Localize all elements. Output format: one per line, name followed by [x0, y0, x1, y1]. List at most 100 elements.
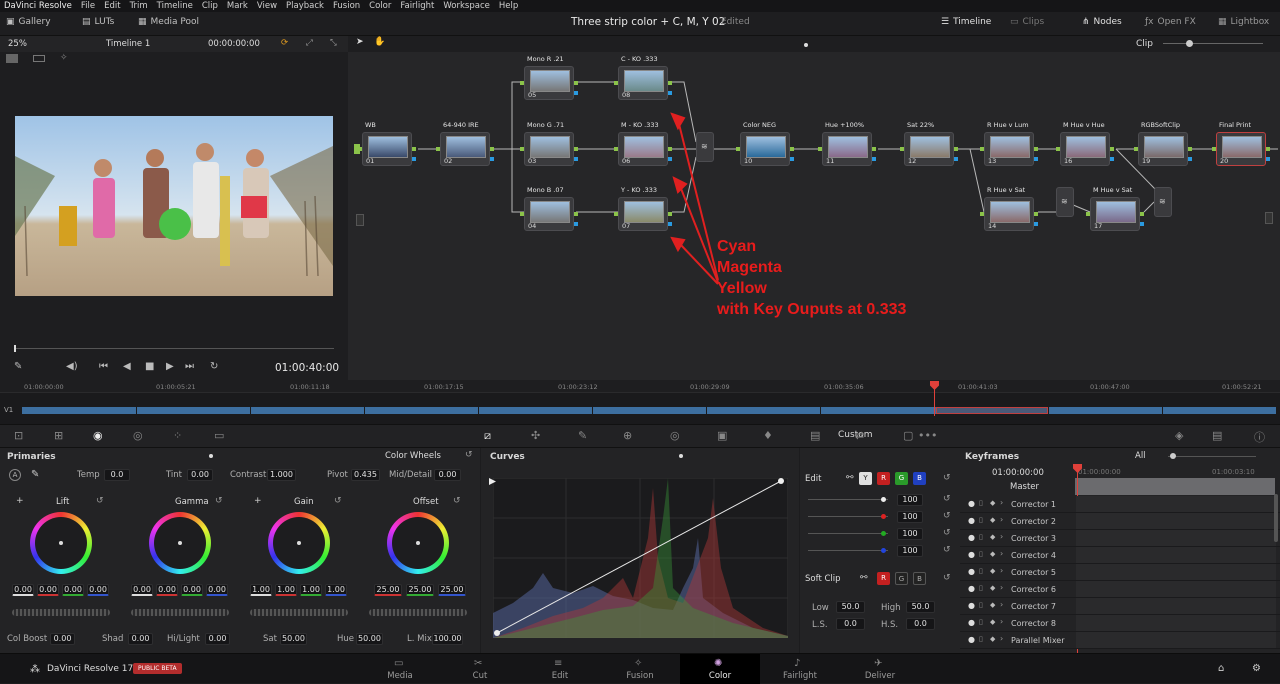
window-icon[interactable]: ⊕ — [623, 429, 632, 442]
node-key-output-14[interactable] — [1034, 222, 1038, 226]
luts-button[interactable]: ▤ LUTs — [82, 17, 114, 27]
link-icon-2[interactable]: ⚯ — [860, 573, 868, 583]
keyframe-row[interactable]: ● ▯ ◆ › Corrector 2 — [960, 513, 1280, 530]
menu-item-mark[interactable]: Mark — [227, 1, 248, 11]
menu-item-view[interactable]: View — [257, 1, 277, 11]
channel-y[interactable]: Y — [859, 472, 872, 485]
node-11[interactable]: 11 — [822, 132, 872, 166]
motion-effects-icon[interactable]: ▭ — [214, 429, 224, 442]
visibility-icon[interactable]: ● — [968, 618, 975, 627]
timeline-ruler[interactable]: 01:00:00:00 01:00:05:21 01:00:11:18 01:00:1… — [0, 380, 1280, 393]
menu-item-edit[interactable]: Edit — [104, 1, 120, 11]
keyframe-track[interactable] — [1076, 598, 1276, 614]
node-key-output-20[interactable] — [1266, 157, 1270, 161]
color-wheel-gamma[interactable] — [149, 512, 211, 574]
wheel-reset-icon[interactable]: ↺ — [96, 496, 104, 506]
keyframe-zoom-knob[interactable] — [1170, 453, 1176, 459]
node-input-01[interactable] — [358, 147, 362, 151]
visibility-icon[interactable]: ● — [968, 635, 975, 644]
source-input-2[interactable] — [356, 214, 364, 226]
keyframe-track[interactable] — [1076, 564, 1276, 580]
pivot-field[interactable]: 0.435 — [351, 469, 380, 481]
keyframe-zoom[interactable] — [1168, 456, 1256, 457]
wheel-value-gamma[interactable]: 0.00 — [156, 584, 178, 596]
master-wheel-slider-gamma[interactable] — [131, 609, 229, 616]
intensity-reset-icon[interactable]: ↺ — [943, 528, 951, 538]
node-input-03[interactable] — [520, 147, 524, 151]
hand-tool-icon[interactable]: ✋ — [374, 37, 385, 47]
sparkle-icon[interactable]: ✧ — [60, 53, 68, 63]
menu-item-workspace[interactable]: Workspace — [443, 1, 489, 11]
intensity-knob[interactable] — [881, 531, 886, 536]
reset-icon[interactable]: ↺ — [943, 473, 951, 483]
keyframe-track[interactable] — [1076, 581, 1276, 597]
node-input-08[interactable] — [614, 81, 618, 85]
wheel-value-gain[interactable]: 1.00 — [300, 584, 322, 596]
layer-mixer-node-2[interactable]: ≋ — [1056, 187, 1074, 217]
node-19[interactable]: 19 — [1138, 132, 1188, 166]
keyframe-icon[interactable]: ◈ — [1175, 429, 1183, 442]
lock-icon[interactable]: ▯ — [979, 618, 983, 626]
clips-toggle[interactable]: ▭ Clips — [1010, 17, 1044, 27]
keyframe-diamond-icon[interactable]: ◆ — [990, 499, 995, 507]
softclip-g[interactable]: G — [895, 572, 908, 585]
keyframe-track[interactable] — [1076, 547, 1276, 563]
wheel-crosshair-icon[interactable]: + — [16, 496, 24, 506]
node-10[interactable]: 10 — [740, 132, 790, 166]
color-match-icon[interactable]: ⊞ — [54, 429, 63, 442]
lock-icon[interactable]: ▯ — [979, 533, 983, 541]
node-20[interactable]: 20 — [1216, 132, 1266, 166]
hs-field[interactable]: 0.0 — [906, 618, 935, 630]
node-08[interactable]: 08 — [618, 66, 668, 100]
menu-item-fusion[interactable]: Fusion — [333, 1, 360, 11]
last-frame-icon[interactable]: ⏭ — [185, 361, 194, 372]
wheel-reset-icon[interactable]: ↺ — [453, 496, 461, 506]
node-01[interactable]: 01 — [362, 132, 412, 166]
node-input-20[interactable] — [1212, 147, 1216, 151]
first-frame-icon[interactable]: ⏮ — [99, 361, 108, 372]
node-16[interactable]: 16 — [1060, 132, 1110, 166]
refresh-icon[interactable]: ⟳ — [281, 38, 288, 48]
master-wheel-slider-gain[interactable] — [250, 609, 348, 616]
chevron-right-icon[interactable]: › — [1000, 566, 1003, 575]
link-icon[interactable]: ⚯ — [846, 473, 854, 483]
page-tab-fusion[interactable]: ✧ Fusion — [600, 658, 680, 681]
menu-item-trim[interactable]: Trim — [130, 1, 148, 11]
node-key-output-01[interactable] — [412, 157, 416, 161]
menu-item-davinci-resolve[interactable]: DaVinci Resolve — [4, 1, 72, 11]
node-key-output-16[interactable] — [1110, 157, 1114, 161]
lock-icon[interactable]: ▯ — [979, 567, 983, 575]
intensity-reset-icon[interactable]: ↺ — [943, 545, 951, 555]
softclip-b[interactable]: B — [913, 572, 926, 585]
expand-icon[interactable]: ⤡ — [330, 38, 337, 48]
keyframe-track[interactable] — [1076, 513, 1276, 529]
chevron-right-icon[interactable]: › — [1000, 498, 1003, 507]
play-icon[interactable]: ▶ — [166, 361, 174, 372]
menu-item-color[interactable]: Color — [369, 1, 391, 11]
warper-icon[interactable]: ✣ — [531, 429, 540, 442]
node-input-05[interactable] — [520, 81, 524, 85]
lock-icon[interactable]: ▯ — [979, 584, 983, 592]
color-wheel-offset[interactable] — [387, 512, 449, 574]
keyframes-scrollbar[interactable] — [1274, 494, 1278, 542]
current-clip[interactable] — [936, 407, 1048, 414]
home-icon[interactable]: ⌂ — [1218, 663, 1224, 674]
node-output-20[interactable] — [1266, 147, 1270, 151]
output-node[interactable] — [1265, 212, 1273, 224]
menu-item-timeline[interactable]: Timeline — [157, 1, 193, 11]
wheel-puck[interactable] — [416, 541, 420, 545]
tint-field[interactable]: 0.00 — [187, 469, 213, 481]
lock-icon[interactable]: ▯ — [979, 499, 983, 507]
menu-item-help[interactable]: Help — [499, 1, 518, 11]
node-key-output-10[interactable] — [790, 157, 794, 161]
reset-all-icon[interactable]: ↺ — [465, 450, 473, 460]
node-key-output-05[interactable] — [574, 91, 578, 95]
keyframe-diamond-icon[interactable]: ◆ — [990, 601, 995, 609]
rgb-mixer-icon[interactable]: ⁘ — [173, 429, 182, 442]
node-input-06[interactable] — [614, 147, 618, 151]
chevron-right-icon[interactable]: › — [1000, 583, 1003, 592]
wheel-value-lift[interactable]: 0.00 — [12, 584, 34, 596]
tracker-icon[interactable]: ◎ — [670, 429, 680, 442]
page-tab-color[interactable]: ✺ Color — [680, 654, 760, 684]
chevron-right-icon[interactable]: › — [1000, 549, 1003, 558]
